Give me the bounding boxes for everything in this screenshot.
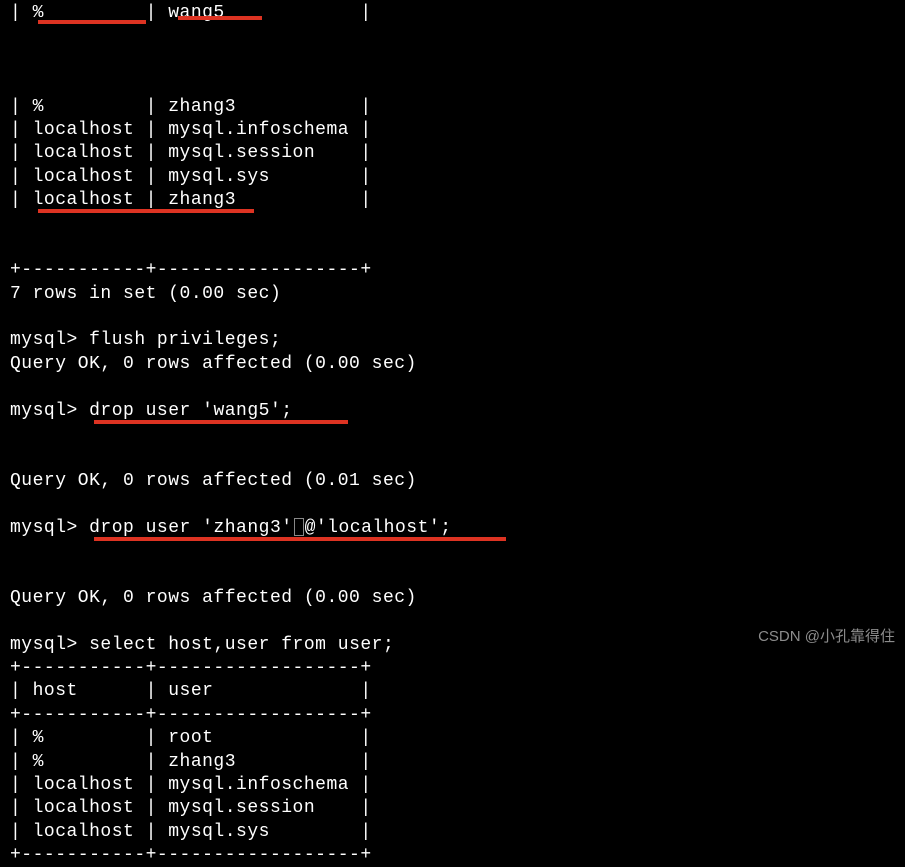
watermark: CSDN @小孔靠得住 <box>758 627 895 647</box>
result-summary: 7 rows in set (0.00 sec) <box>10 283 895 306</box>
table-row: | % | root | <box>10 727 895 750</box>
query-result: Query OK, 0 rows affected (0.01 sec) <box>10 470 895 493</box>
table-row: | localhost | mysql.session | <box>10 142 895 165</box>
table-header: | host | user | <box>10 680 895 703</box>
table-border: +-----------+------------------+ <box>10 259 895 282</box>
query-result: Query OK, 0 rows affected (0.00 sec) <box>10 353 895 376</box>
table-border: +-----------+------------------+ <box>10 704 895 727</box>
sql-command: mysql> flush privileges; <box>10 329 895 352</box>
table-row: | localhost | mysql.sys | <box>10 821 895 844</box>
table-row: | % | wang5 | <box>10 2 895 96</box>
table-row: | localhost | mysql.infoschema | <box>10 774 895 797</box>
table-row: | localhost | mysql.sys | <box>10 166 895 189</box>
sql-command: mysql> drop user 'zhang3'@'localhost'; <box>10 517 895 587</box>
table-row: | % | zhang3 | <box>10 751 895 774</box>
terminal-output[interactable]: | % | wang5 | | % | zhang3 | | localhost… <box>10 2 895 867</box>
table-row: | localhost | mysql.infoschema | <box>10 119 895 142</box>
table-row: | localhost | zhang3 | <box>10 189 895 259</box>
table-row: | localhost | mysql.session | <box>10 797 895 820</box>
table-border: +-----------+------------------+ <box>10 844 895 867</box>
sql-command: mysql> drop user 'wang5'; <box>10 400 895 470</box>
table-border: +-----------+------------------+ <box>10 657 895 680</box>
query-result: Query OK, 0 rows affected (0.00 sec) <box>10 587 895 610</box>
table-row: | % | zhang3 | <box>10 96 895 119</box>
cursor-icon <box>294 518 304 536</box>
